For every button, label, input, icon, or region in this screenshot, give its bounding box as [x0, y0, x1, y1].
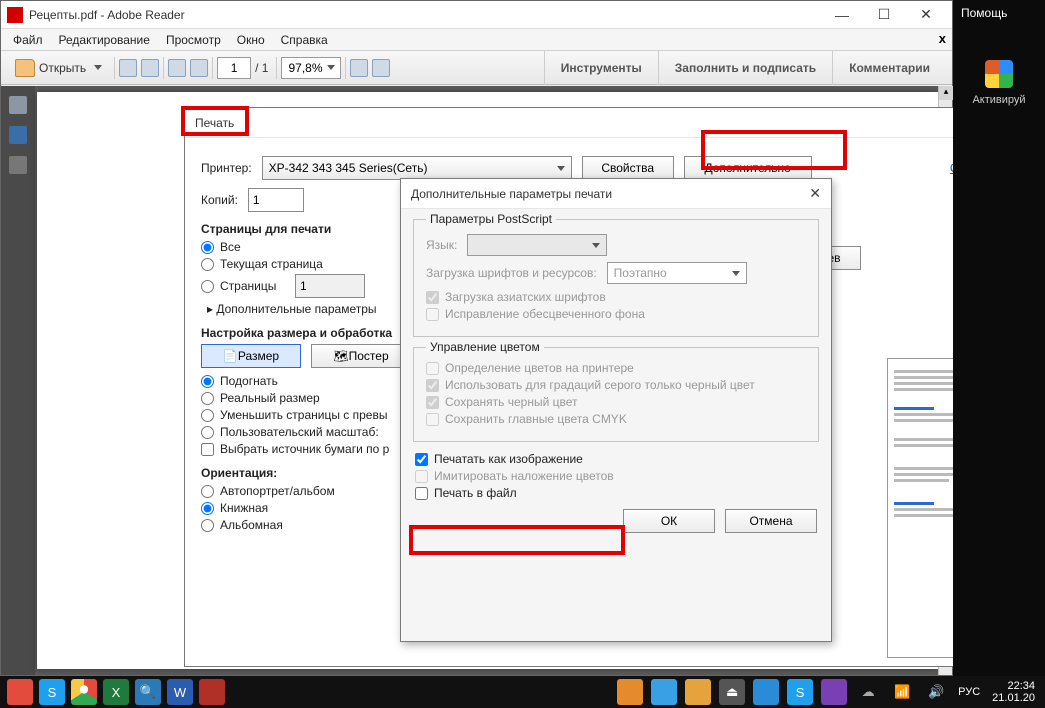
tray-lang[interactable]: РУС [954, 686, 984, 698]
app-icon [7, 7, 23, 23]
doc-close-button[interactable]: x [939, 31, 946, 46]
advanced-dialog-close-button[interactable]: ✕ [809, 185, 821, 202]
bookmarks-panel-icon[interactable] [9, 126, 27, 144]
menu-view[interactable]: Просмотр [158, 31, 229, 49]
help-overlay-label[interactable]: Помощь [953, 0, 1045, 26]
shield-icon [985, 60, 1013, 88]
size-button[interactable]: 📄 Размер [201, 344, 301, 368]
advanced-dialog-title-bar: Дополнительные параметры печати ✕ [401, 179, 831, 209]
page-total: / 1 [251, 61, 272, 75]
create-pdf-icon[interactable] [119, 59, 137, 77]
tray-icon-3[interactable] [685, 679, 711, 705]
task-word-icon[interactable]: W [167, 679, 193, 705]
check-printer-colors: Определение цветов на принтере [426, 361, 806, 375]
folder-icon [15, 59, 35, 77]
tray-volume-icon[interactable]: 🔊 [923, 679, 949, 705]
properties-button[interactable]: Свойства [582, 156, 674, 180]
menu-window[interactable]: Окно [229, 31, 273, 49]
fit-icon[interactable] [350, 59, 368, 77]
task-excel-icon[interactable]: X [103, 679, 129, 705]
postscript-group: Параметры PostScript Язык: Загрузка шриф… [413, 219, 819, 337]
menu-help[interactable]: Справка [273, 31, 336, 49]
print-dialog-title-bar: Печать ✕ [185, 108, 1041, 138]
printer-select[interactable]: XP-342 343 345 Series(Сеть) [262, 156, 572, 180]
postscript-legend: Параметры PostScript [426, 212, 556, 226]
lang-label: Язык: [426, 238, 457, 252]
check-print-as-image[interactable]: Печатать как изображение [415, 452, 817, 466]
task-explorer-icon[interactable]: 🔍 [135, 679, 161, 705]
tray-clock[interactable]: 22:34 21.01.20 [986, 680, 1041, 704]
poster-button[interactable]: 🗺 Постер [311, 344, 411, 368]
tray-icon-2[interactable] [651, 679, 677, 705]
tray-network-icon[interactable]: 📶 [889, 679, 915, 705]
task-adobe-icon[interactable] [199, 679, 225, 705]
minimize-button[interactable]: — [822, 2, 862, 28]
tray-skype-icon[interactable]: S [787, 679, 813, 705]
print-icon[interactable] [168, 59, 186, 77]
tray-icon-6[interactable] [821, 679, 847, 705]
maximize-button[interactable]: ☐ [864, 2, 904, 28]
menu-edit[interactable]: Редактирование [51, 31, 158, 49]
taskbar: S X 🔍 W ⏏ S ☁ 📶 🔊 РУС 22:34 21.01.20 [0, 676, 1045, 708]
tray-icon-5[interactable] [753, 679, 779, 705]
ok-button[interactable]: ОК [623, 509, 715, 533]
read-mode-icon[interactable] [372, 59, 390, 77]
open-label: Открыть [39, 61, 86, 75]
open-button[interactable]: Открыть [7, 55, 110, 81]
font-load-select[interactable]: Поэтапно [607, 262, 747, 284]
printer-label: Принтер: [201, 161, 252, 175]
tray-icon-4[interactable]: ⏏ [719, 679, 745, 705]
pages-panel-icon[interactable] [9, 96, 27, 114]
tray-onedrive-icon[interactable]: ☁ [855, 679, 881, 705]
check-simulate-overlay: Имитировать наложение цветов [415, 469, 817, 483]
copies-input[interactable] [248, 188, 304, 212]
close-button[interactable]: ✕ [906, 2, 946, 28]
print-dialog-title: Печать [195, 116, 234, 130]
advanced-button[interactable]: Дополнительно [684, 156, 812, 180]
check-fix-bg: Исправление обесцвеченного фона [426, 307, 806, 321]
check-print-to-file[interactable]: Печать в файл [415, 486, 817, 500]
side-panel [1, 86, 35, 675]
task-opera-icon[interactable] [7, 679, 33, 705]
task-skype-icon[interactable]: S [39, 679, 65, 705]
tray-icon-1[interactable] [617, 679, 643, 705]
activate-label: Активируй [953, 94, 1045, 106]
pages-range-input[interactable] [295, 274, 365, 298]
color-legend: Управление цветом [426, 340, 544, 354]
page-number-input[interactable] [217, 57, 251, 79]
title-bar: Рецепты.pdf - Adobe Reader — ☐ ✕ [1, 1, 952, 29]
menu-bar: Файл Редактирование Просмотр Окно Справк… [1, 29, 952, 51]
menu-file[interactable]: Файл [5, 31, 51, 49]
cancel-button[interactable]: Отмена [725, 509, 817, 533]
tab-comments[interactable]: Комментарии [832, 51, 946, 85]
zoom-select[interactable]: 97,8% [281, 57, 341, 79]
right-overlay: Помощь Активируй [953, 0, 1045, 676]
tab-tools[interactable]: Инструменты [544, 51, 658, 85]
copies-label: Копий: [201, 193, 238, 207]
advanced-dialog-title: Дополнительные параметры печати [411, 187, 612, 201]
check-gray-black: Использовать для градаций серого только … [426, 378, 806, 392]
attachments-panel-icon[interactable] [9, 156, 27, 174]
lang-select [467, 234, 607, 256]
task-chrome-icon[interactable] [71, 679, 97, 705]
color-group: Управление цветом Определение цветов на … [413, 347, 819, 442]
check-asian-fonts: Загрузка азиатских шрифтов [426, 290, 806, 304]
mail-icon[interactable] [190, 59, 208, 77]
font-load-label: Загрузка шрифтов и ресурсов: [426, 266, 597, 280]
toolbar: Открыть / 1 97,8% Инструменты Заполнить … [1, 51, 952, 85]
check-keep-black: Сохранять черный цвет [426, 395, 806, 409]
check-cmyk: Сохранить главные цвета CMYK [426, 412, 806, 426]
advanced-print-dialog: Дополнительные параметры печати ✕ Параме… [400, 178, 832, 642]
tab-fill-sign[interactable]: Заполнить и подписать [658, 51, 832, 85]
save-icon[interactable] [141, 59, 159, 77]
window-title: Рецепты.pdf - Adobe Reader [29, 8, 822, 22]
